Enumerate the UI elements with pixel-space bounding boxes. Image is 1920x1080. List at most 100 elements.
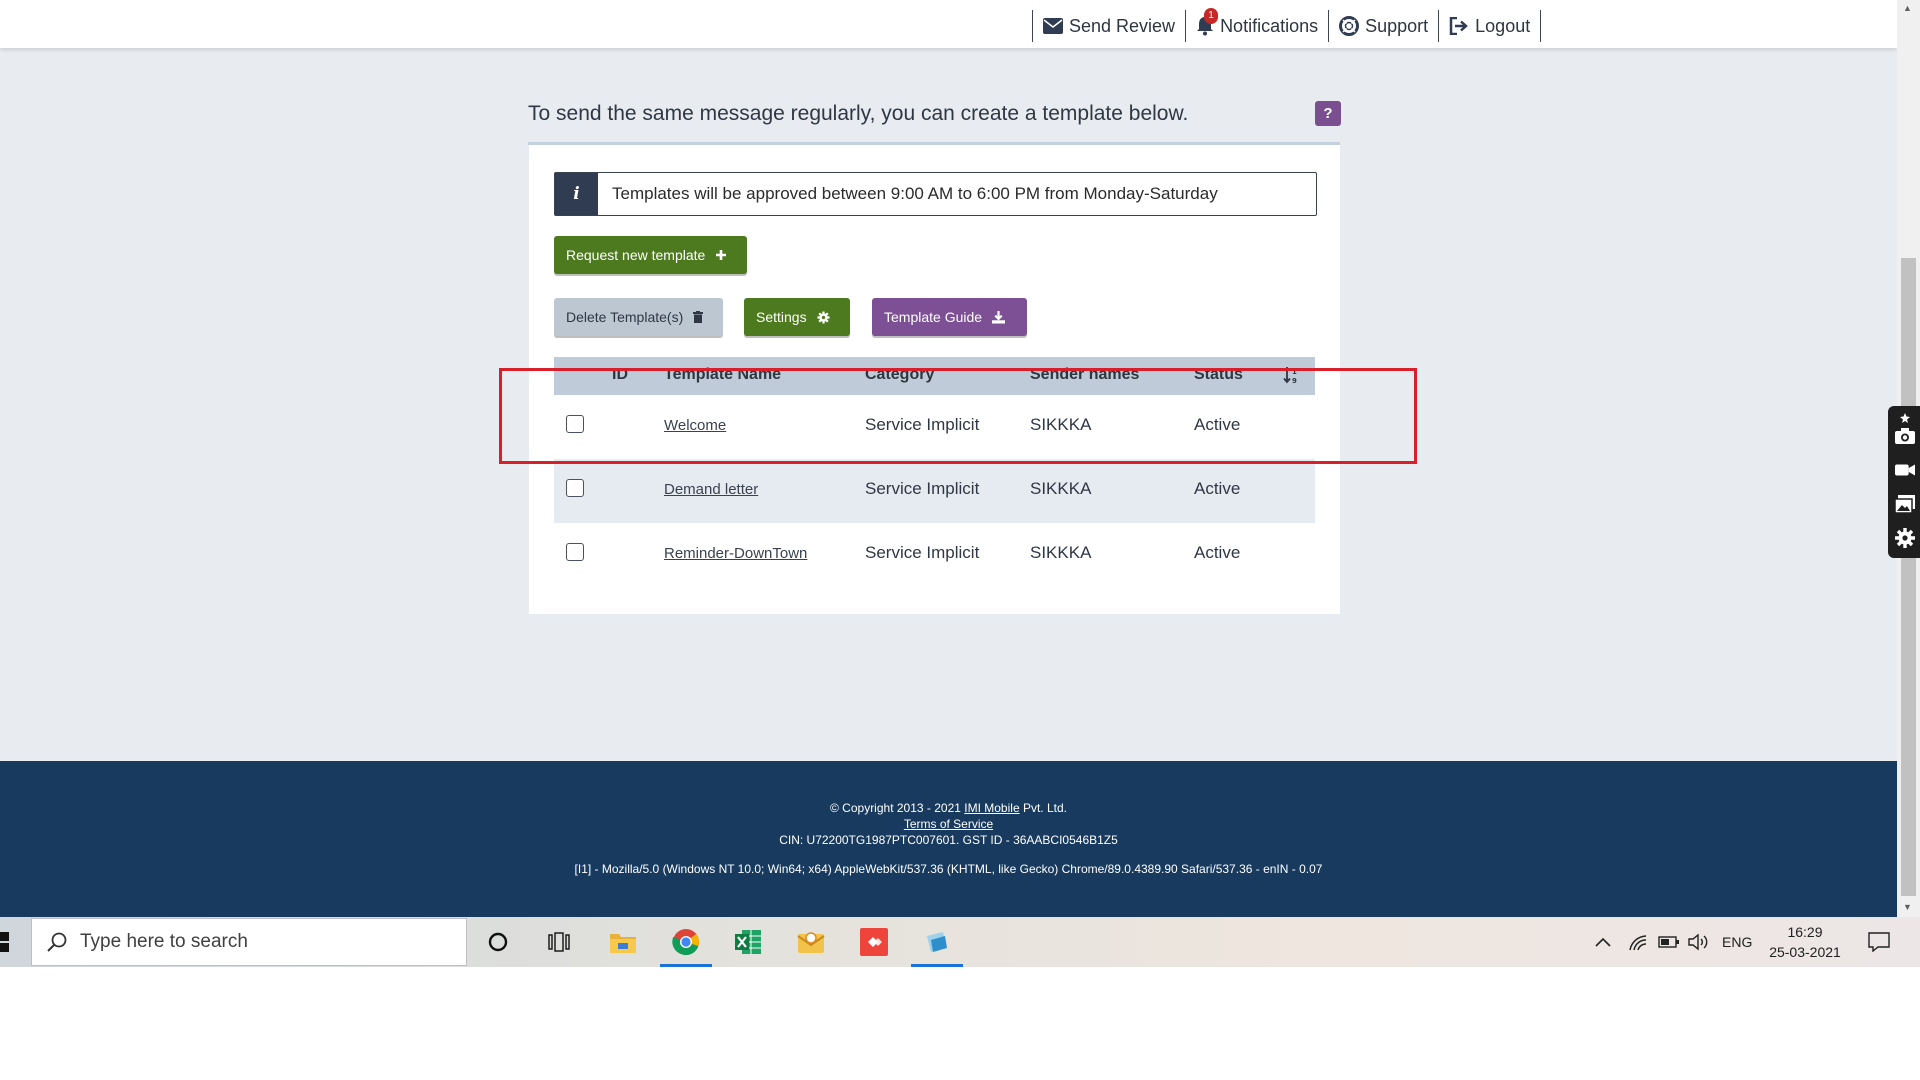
nav-notifications[interactable]: 1 Notifications: [1185, 8, 1328, 42]
mail-app-icon[interactable]: [781, 917, 841, 967]
settings-button[interactable]: Settings: [744, 298, 850, 336]
help-button[interactable]: ?: [1315, 101, 1341, 126]
row-category: Service Implicit: [865, 543, 980, 562]
col-category[interactable]: Category: [865, 366, 934, 384]
logout-icon: [1449, 17, 1469, 35]
col-status[interactable]: Status: [1194, 366, 1243, 384]
table-row[interactable]: Welcome Service Implicit SIKKKA Active: [554, 395, 1315, 459]
windows-start-icon[interactable]: [0, 932, 12, 952]
row-category: Service Implicit: [865, 479, 980, 498]
row-checkbox[interactable]: [566, 543, 584, 561]
wifi-icon[interactable]: [1628, 917, 1648, 967]
terms-of-service-link[interactable]: Terms of Service: [904, 817, 993, 831]
task-view-icon[interactable]: [529, 917, 589, 967]
language-indicator[interactable]: ENG: [1722, 917, 1752, 967]
approval-info-box: i Templates will be approved between 9:0…: [554, 172, 1317, 216]
download-icon: [992, 310, 1006, 324]
sort-icon[interactable]: 19: [1283, 366, 1299, 389]
nav-send-review-label: Send Review: [1069, 15, 1176, 36]
gear-icon: [817, 310, 830, 324]
col-template-name[interactable]: Template Name: [664, 366, 781, 384]
intro-text: To send the same message regularly, you …: [528, 102, 1189, 125]
settings-label: Settings: [756, 309, 807, 325]
footer-user-agent: [I1] - Mozilla/5.0 (Windows NT 10.0; Win…: [574, 862, 1323, 876]
row-sender: SIKKKA: [1030, 543, 1092, 562]
delete-templates-button[interactable]: Delete Template(s): [554, 298, 723, 336]
row-sender: SIKKKA: [1030, 479, 1092, 498]
col-sender-names[interactable]: Sender names: [1030, 366, 1139, 384]
copyright-suffix: Pvt. Ltd.: [1019, 801, 1067, 815]
page-footer: © Copyright 2013 - 2021 IMI Mobile Pvt. …: [0, 761, 1897, 917]
file-explorer-icon[interactable]: [593, 917, 653, 967]
top-navbar: Send Review 1 Notifications Support Logo…: [0, 0, 1897, 48]
col-id[interactable]: ID: [612, 366, 628, 384]
plus-icon: [715, 249, 727, 261]
scroll-up-icon[interactable]: ▲: [1903, 3, 1912, 13]
taskbar-clock[interactable]: 16:29 25-03-2021: [1760, 922, 1850, 962]
trash-icon: [693, 311, 704, 323]
notification-badge: 1: [1204, 8, 1219, 24]
row-status: Active: [1194, 543, 1241, 562]
clock-time: 16:29: [1787, 924, 1823, 940]
request-new-template-label: Request new template: [566, 247, 706, 263]
template-name-link[interactable]: Demand letter: [664, 481, 758, 498]
video-camera-icon[interactable]: [1895, 460, 1915, 480]
nav-logout[interactable]: Logout: [1438, 10, 1542, 42]
row-status: Active: [1194, 479, 1241, 498]
template-guide-button[interactable]: Template Guide: [872, 298, 1027, 336]
template-name-link[interactable]: Reminder-DownTown: [664, 545, 807, 562]
nav-support[interactable]: Support: [1328, 10, 1438, 42]
table-header: ID Template Name Category Sender names S…: [554, 357, 1315, 395]
row-status: Active: [1194, 415, 1241, 434]
volume-icon[interactable]: [1688, 917, 1710, 967]
excel-icon[interactable]: [718, 917, 778, 967]
nav-items: Send Review 1 Notifications Support Logo…: [1032, 8, 1542, 42]
settings-gear-icon[interactable]: [1895, 528, 1915, 548]
anydesk-icon[interactable]: [844, 917, 904, 967]
delete-templates-label: Delete Template(s): [566, 309, 684, 325]
gallery-icon[interactable]: [1895, 494, 1915, 514]
bell-icon: 1: [1196, 8, 1219, 36]
table-row[interactable]: Reminder-DownTown Service Implicit SIKKK…: [554, 523, 1315, 587]
battery-icon[interactable]: [1658, 917, 1680, 967]
lifebuoy-icon: [1339, 16, 1360, 36]
pin-icon[interactable]: [1895, 408, 1915, 428]
footer-cin: CIN: U72200TG1987PTC007601. GST ID - 36A…: [779, 833, 1118, 847]
row-category: Service Implicit: [865, 415, 980, 434]
cortana-icon[interactable]: [468, 917, 528, 967]
browser-page: Send Review 1 Notifications Support Logo…: [0, 0, 1897, 917]
row-checkbox[interactable]: [566, 479, 584, 497]
scrollbar-thumb[interactable]: [1901, 258, 1916, 896]
svg-text:9: 9: [1292, 377, 1297, 384]
templates-table: ID Template Name Category Sender names S…: [554, 357, 1315, 587]
envelope-icon: [1043, 18, 1063, 34]
nav-send-review[interactable]: Send Review: [1032, 10, 1185, 42]
template-guide-label: Template Guide: [884, 309, 983, 325]
footer-copyright: © Copyright 2013 - 2021 IMI Mobile Pvt. …: [0, 801, 1897, 815]
request-new-template-button[interactable]: Request new template: [554, 236, 747, 274]
scroll-down-icon[interactable]: ▼: [1903, 902, 1912, 912]
show-hidden-icons[interactable]: [1594, 917, 1612, 967]
snipping-tool-icon[interactable]: [907, 917, 967, 967]
templates-card: i Templates will be approved between 9:0…: [529, 145, 1340, 614]
screen-capture-toolbar: [1888, 406, 1920, 558]
blank-area: [0, 967, 1920, 1080]
camera-icon[interactable]: [1895, 426, 1915, 446]
windows-taskbar: Type here to search ENG 16:29 25-03-2021: [0, 917, 1920, 967]
clock-date: 25-03-2021: [1769, 944, 1841, 960]
row-sender: SIKKKA: [1030, 415, 1092, 434]
nav-notifications-label: Notifications: [1220, 15, 1319, 36]
row-checkbox[interactable]: [566, 415, 584, 433]
template-name-link[interactable]: Welcome: [664, 417, 726, 434]
table-row[interactable]: Demand letter Service Implicit SIKKKA Ac…: [554, 459, 1315, 523]
action-center-icon[interactable]: [1868, 917, 1890, 967]
chrome-icon[interactable]: [656, 917, 716, 967]
nav-logout-label: Logout: [1475, 15, 1531, 36]
approval-info-text: Templates will be approved between 9:00 …: [612, 184, 1218, 203]
company-link[interactable]: IMI Mobile: [964, 801, 1019, 815]
info-icon: i: [555, 173, 598, 215]
search-icon: [46, 931, 68, 953]
search-placeholder: Type here to search: [80, 931, 248, 952]
taskbar-search-box[interactable]: Type here to search: [31, 918, 467, 966]
svg-text:1: 1: [1292, 368, 1297, 376]
